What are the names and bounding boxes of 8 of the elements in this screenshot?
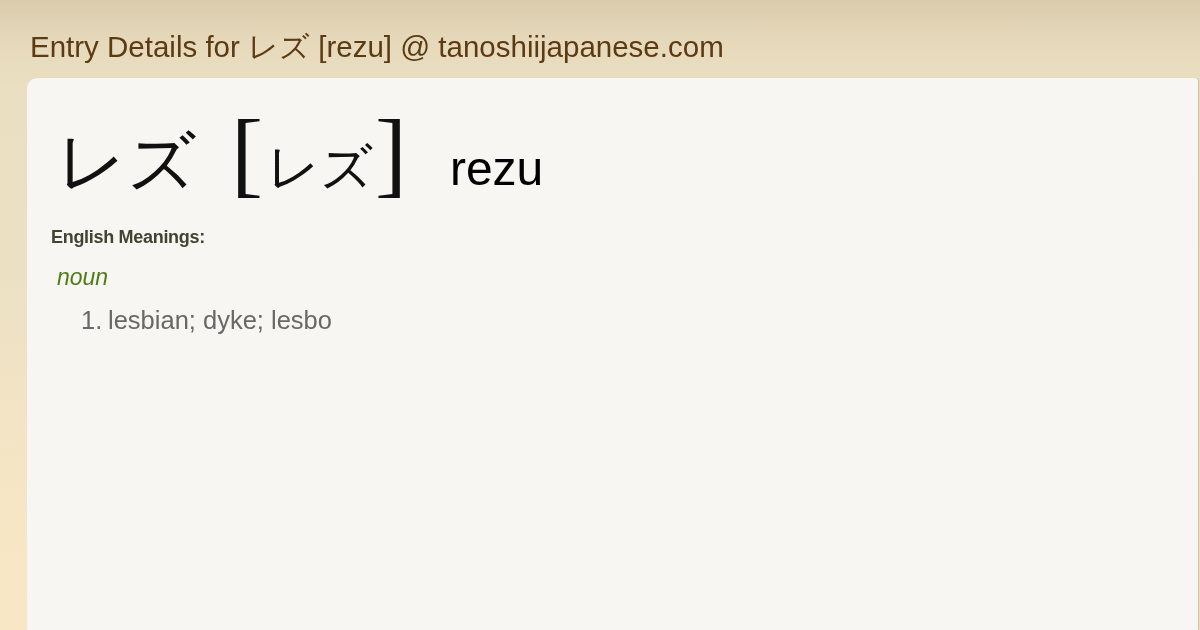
page-title: Entry Details for レズ [rezu] @ tanoshiijapanese.com	[30, 29, 724, 65]
meaning-text: lesbian; dyke; lesbo	[108, 305, 332, 335]
headword: レズ	[57, 121, 197, 203]
kana-reading: [レズ]	[231, 108, 407, 208]
meanings-heading: English Meanings:	[51, 226, 205, 248]
romaji-reading: rezu	[449, 141, 544, 197]
part-of-speech: noun	[57, 263, 109, 291]
list-number: 1.	[81, 305, 104, 335]
